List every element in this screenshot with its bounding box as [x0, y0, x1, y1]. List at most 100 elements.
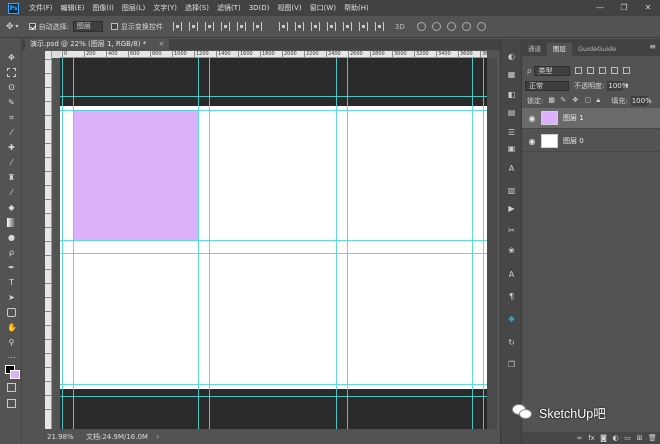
layer-style-icon[interactable]: fx — [588, 434, 595, 442]
menu-type[interactable]: 文字(Y) — [153, 3, 177, 13]
timeline-panel-icon[interactable]: ↻ — [506, 337, 517, 348]
menu-window[interactable]: 窗口(W) — [310, 3, 336, 13]
distribute-right-icon[interactable] — [358, 22, 368, 31]
new-group-icon[interactable]: ▭ — [624, 434, 631, 442]
3d-slide-icon[interactable] — [461, 22, 471, 31]
swatches-panel-icon[interactable]: ▦ — [506, 69, 517, 80]
layer-row-0[interactable]: ◉ 图层 0 — [522, 131, 660, 152]
tools-preset-icon[interactable]: ✂ — [506, 225, 517, 236]
marquee-tool-icon[interactable] — [7, 68, 16, 77]
move-tool-icon[interactable]: ✥ — [7, 53, 16, 62]
zoom-level[interactable]: 21.98% — [47, 433, 74, 441]
filter-adjust-icon[interactable] — [587, 67, 595, 74]
healing-brush-icon[interactable]: ✚ — [7, 143, 16, 152]
link-layers-icon[interactable]: ∞ — [576, 434, 583, 442]
tab-guideguide[interactable]: GuideGuide — [572, 43, 622, 56]
eyedropper-tool-icon[interactable]: ⁄ — [7, 128, 16, 137]
align-bottom-icon[interactable] — [204, 22, 214, 31]
lasso-tool-icon[interactable]: ʘ — [7, 83, 16, 92]
screen-mode-icon[interactable] — [7, 399, 16, 408]
path-select-icon[interactable]: ➤ — [7, 293, 16, 302]
panel-menu-icon[interactable]: ≡ — [649, 42, 656, 51]
auto-align-icon[interactable] — [374, 22, 384, 31]
document-canvas[interactable] — [60, 58, 487, 429]
3d-scale-icon[interactable] — [476, 22, 486, 31]
guide-horizontal[interactable] — [60, 96, 487, 97]
lock-paint-icon[interactable]: ✎ — [560, 97, 567, 104]
tool-preset-dropdown-icon[interactable]: ▾ — [16, 23, 19, 30]
blend-mode-dropdown[interactable]: 正常 — [525, 80, 569, 91]
menu-file[interactable]: 文件(F) — [29, 3, 53, 13]
guide-horizontal[interactable] — [60, 253, 487, 254]
guide-vertical[interactable] — [336, 58, 337, 429]
status-menu-icon[interactable]: › — [156, 432, 159, 441]
blur-tool-icon[interactable]: ● — [7, 233, 16, 242]
guide-vertical[interactable] — [198, 58, 199, 429]
add-mask-icon[interactable]: ◙ — [600, 434, 607, 442]
horizontal-ruler[interactable]: 0 200 400 600 800 1000 1200 1400 1600 1800 2000 220… — [60, 51, 487, 58]
distribute-hcenter-icon[interactable] — [342, 22, 352, 31]
delete-layer-icon[interactable]: 🗑︎ — [648, 434, 657, 442]
menu-edit[interactable]: 编辑(E) — [61, 3, 85, 13]
distribute-vcenter-icon[interactable] — [294, 22, 304, 31]
3d-rotate-icon[interactable] — [416, 22, 426, 31]
filter-pixel-icon[interactable] — [575, 67, 583, 74]
rectangle-tool-icon[interactable] — [7, 308, 16, 317]
opacity-dropdown-icon[interactable]: ▾ — [625, 82, 628, 89]
properties-panel-icon[interactable]: ☰ — [506, 127, 517, 138]
lock-artboard-icon[interactable]: ▢ — [584, 97, 591, 104]
filter-shape-icon[interactable] — [611, 67, 619, 74]
menu-select[interactable]: 选择(S) — [185, 3, 209, 13]
clone-stamp-icon[interactable]: ♜ — [7, 173, 16, 182]
auto-select-dropdown[interactable]: 图层 — [72, 21, 103, 32]
lock-transparent-icon[interactable]: ▩ — [548, 97, 555, 104]
filter-smart-icon[interactable] — [623, 67, 631, 74]
align-top-icon[interactable] — [172, 22, 182, 31]
guide-vertical[interactable] — [472, 58, 473, 429]
move-tool-icon[interactable]: ✥ — [6, 22, 14, 32]
character-panel-icon[interactable]: A — [506, 163, 517, 174]
tab-layers[interactable]: 图层 — [547, 43, 572, 56]
filter-type-icon[interactable] — [599, 67, 607, 74]
menu-filter[interactable]: 滤镜(T) — [217, 3, 241, 13]
visibility-eye-icon[interactable]: ◉ — [525, 137, 539, 146]
quick-select-tool-icon[interactable]: ✎ — [7, 98, 16, 107]
gradient-tool-icon[interactable] — [7, 218, 16, 227]
layer-row-1[interactable]: ◉ 图层 1 — [522, 108, 660, 129]
guide-vertical[interactable] — [62, 58, 63, 429]
3d-roll-icon[interactable] — [431, 22, 441, 31]
brush-preset-icon[interactable]: ❀ — [506, 245, 517, 256]
guide-vertical[interactable] — [483, 58, 484, 429]
guide-horizontal[interactable] — [60, 384, 487, 385]
close-tab-icon[interactable]: × — [158, 40, 164, 48]
zoom-tool-icon[interactable]: ⚲ — [7, 338, 16, 347]
adjustments-panel-icon[interactable]: ◧ — [506, 89, 517, 100]
align-right-icon[interactable] — [252, 22, 262, 31]
history-panel-icon[interactable]: ▥ — [506, 185, 517, 196]
styles-panel-icon[interactable]: ▤ — [506, 107, 517, 118]
document-tab[interactable]: 演示.psd @ 22% (图层 1, RGB/8) * × — [25, 39, 170, 50]
guide-vertical[interactable] — [347, 58, 348, 429]
fill-input[interactable]: 100% — [630, 95, 652, 106]
dodge-tool-icon[interactable]: ρ — [7, 248, 16, 257]
vertical-scrollbar[interactable] — [487, 58, 497, 429]
canvas-area[interactable] — [60, 58, 487, 429]
distribute-left-icon[interactable] — [326, 22, 336, 31]
layer-1-fill[interactable] — [73, 110, 198, 240]
actions-panel-icon[interactable]: ▶ — [506, 203, 517, 214]
guide-horizontal[interactable] — [60, 110, 487, 111]
more-tools-icon[interactable]: ⋯ — [7, 353, 16, 362]
eraser-tool-icon[interactable]: ◆ — [7, 203, 16, 212]
libraries-panel-icon[interactable]: ▣ — [506, 143, 517, 154]
align-left-icon[interactable] — [220, 22, 230, 31]
menu-3d[interactable]: 3D(D) — [249, 4, 270, 12]
history-brush-icon[interactable]: ⁄ — [7, 188, 16, 197]
distribute-bottom-icon[interactable] — [310, 22, 320, 31]
pen-tool-icon[interactable]: ✒ — [7, 263, 16, 272]
3d-panel-icon[interactable]: ◆ — [506, 313, 517, 324]
guide-vertical[interactable] — [209, 58, 210, 429]
background-color-swatch[interactable] — [10, 370, 20, 379]
menu-layer[interactable]: 图层(L) — [122, 3, 145, 13]
auto-select-checkbox[interactable] — [28, 23, 36, 30]
lock-position-icon[interactable]: ✥ — [572, 97, 579, 104]
